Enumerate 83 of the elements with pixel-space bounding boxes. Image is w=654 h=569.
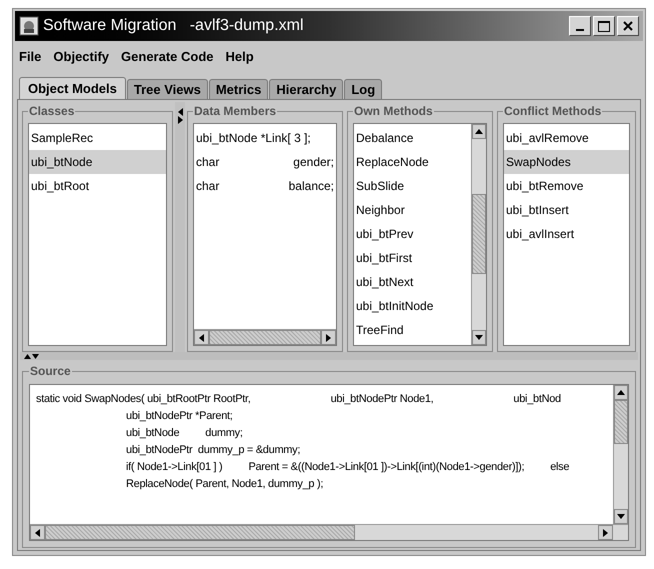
left-arrow-icon <box>199 334 204 342</box>
scroll-right-button[interactable] <box>321 330 336 345</box>
code-text: ubi_btNodePtr dummy_p = &dummy; <box>126 443 300 458</box>
scroll-down-button[interactable] <box>614 509 628 524</box>
list-item[interactable]: ubi_btRemove <box>504 174 629 198</box>
list-item[interactable]: ReplaceNode <box>354 150 471 174</box>
member-text: gender; <box>293 154 334 171</box>
right-arrow-icon <box>603 528 608 536</box>
list-item[interactable]: ubi_btPrev <box>354 222 471 246</box>
vertical-scrollbar[interactable] <box>471 124 486 345</box>
right-arrow-icon <box>326 334 331 342</box>
list-item[interactable]: ubi_avlInsert <box>504 222 629 246</box>
list-item[interactable]: ubi_btFirst <box>354 246 471 270</box>
scroll-left-button[interactable] <box>194 330 209 345</box>
code-text: Parent = &((Node1->Link[01 ])->Link[(int)(Node1->gender)]); <box>248 460 524 475</box>
tab[interactable]: Hierarchy <box>269 79 344 99</box>
list-item[interactable]: ubi_btRoot <box>29 174 166 198</box>
list-item[interactable]: SampleRec <box>29 126 166 150</box>
scrollbar-thumb[interactable] <box>45 525 355 540</box>
up-arrow-icon <box>24 354 31 358</box>
code-text: dummy; <box>205 426 243 441</box>
minimize-icon <box>576 29 584 31</box>
left-arrow-icon <box>178 108 182 116</box>
list-item[interactable]: TreeFind <box>354 318 471 342</box>
up-arrow-icon <box>617 390 625 395</box>
horizontal-scrollbar[interactable] <box>194 329 336 345</box>
menu-item[interactable]: Help <box>226 47 254 67</box>
close-button[interactable] <box>617 16 639 36</box>
scrollbar-thumb[interactable] <box>614 400 628 444</box>
scroll-up-button[interactable] <box>472 124 486 139</box>
menu-item[interactable]: File <box>19 47 42 67</box>
member-text: balance; <box>288 178 334 195</box>
list-item[interactable]: ubi_btNode <box>29 150 166 174</box>
maximize-button[interactable] <box>593 16 615 36</box>
down-arrow-icon <box>617 514 625 519</box>
code-text: else <box>550 460 570 475</box>
code-text: ReplaceNode( Parent, Node1, dummy_p ); <box>126 477 324 492</box>
scroll-up-button[interactable] <box>614 385 628 400</box>
maximize-icon <box>598 20 610 32</box>
panel-title: Data Members <box>193 103 278 120</box>
tab[interactable]: Log <box>344 79 382 99</box>
code-text: ubi_btNode <box>126 426 180 441</box>
member-text: char <box>196 178 220 195</box>
vertical-scrollbar[interactable] <box>613 385 628 524</box>
scrollbar-thumb[interactable] <box>472 194 486 274</box>
tab[interactable]: Object Models <box>19 77 126 99</box>
panel-title: Conflict Methods <box>503 103 602 120</box>
list-item[interactable]: Debalance <box>354 126 471 150</box>
code-text: ubi_btNodePtr Node1, <box>330 392 434 407</box>
window-title: Software Migration -avlf3-dump.xml <box>43 16 304 36</box>
down-arrow-icon <box>475 335 483 340</box>
scroll-right-button[interactable] <box>598 525 613 540</box>
panel-title: Own Methods <box>353 103 434 120</box>
close-icon <box>623 21 633 31</box>
list-item[interactable]: ubi_btInitNode <box>354 294 471 318</box>
horizontal-scrollbar[interactable] <box>30 525 613 540</box>
list-item[interactable]: ubi_btNext <box>354 270 471 294</box>
app-icon <box>19 16 39 36</box>
code-text: ubi_btNodePtr *Parent; <box>126 409 233 424</box>
scroll-down-button[interactable] <box>472 330 486 345</box>
panel-title: Classes <box>28 103 76 120</box>
code-text: ubi_btNod <box>513 392 561 407</box>
up-arrow-icon <box>475 129 483 134</box>
menu-item[interactable]: Generate Code <box>121 47 214 67</box>
scroll-left-button[interactable] <box>30 525 45 540</box>
member-text: ubi_btNode *Link[ 3 ]; <box>196 130 311 147</box>
scrollbar-thumb[interactable] <box>209 330 321 345</box>
list-item[interactable]: ubi_avlRemove <box>504 126 629 150</box>
minimize-button[interactable] <box>569 16 591 36</box>
left-arrow-icon <box>35 528 40 536</box>
menu-item[interactable]: Objectify <box>53 47 110 67</box>
code-text: if( Node1->Link[01 ] ) <box>126 460 222 475</box>
code-text: static void SwapNodes( ubi_btRootPtr RootPtr, <box>36 392 251 407</box>
down-arrow-icon <box>32 354 39 358</box>
list-item[interactable]: Neighbor <box>354 198 471 222</box>
member-text: char <box>196 154 220 171</box>
list-item[interactable]: ubi_btInsert <box>504 198 629 222</box>
tab[interactable]: Tree Views <box>126 79 208 99</box>
tab[interactable]: Metrics <box>208 79 268 99</box>
list-item[interactable]: SwapNodes <box>504 150 629 174</box>
right-arrow-icon <box>178 116 182 124</box>
panel-title: Source <box>29 363 72 380</box>
list-item[interactable]: SubSlide <box>354 174 471 198</box>
